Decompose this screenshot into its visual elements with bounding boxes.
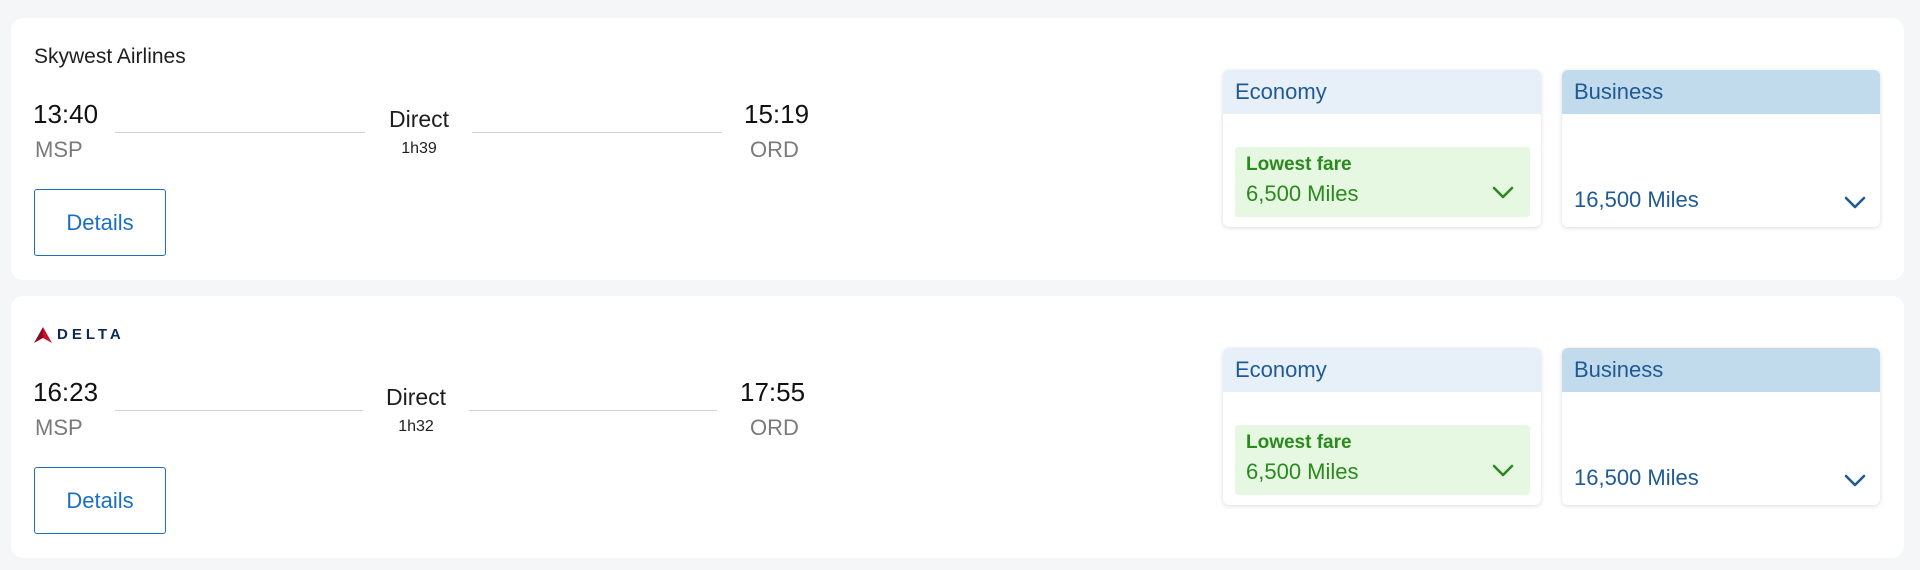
departure-airport: MSP: [35, 415, 83, 440]
route-line: [115, 132, 365, 133]
fare-price: 6,500 Miles: [1246, 181, 1359, 206]
stops-label: Direct: [385, 384, 447, 410]
route-line: [469, 410, 717, 411]
chevron-down-icon[interactable]: [1491, 463, 1515, 479]
departure-time: 13:40: [33, 99, 99, 129]
lowest-fare-button[interactable]: Lowest fare 6,500 Miles: [1235, 147, 1530, 217]
fare-price: 16,500 Miles: [1574, 465, 1699, 490]
lowest-fare-tag: Lowest fare: [1246, 432, 1352, 453]
chevron-down-icon[interactable]: [1843, 195, 1867, 211]
fare-price: 6,500 Miles: [1246, 459, 1359, 484]
business-fare-option[interactable]: Business 16,500 Miles: [1562, 348, 1880, 505]
airline-name: DELTA: [57, 326, 125, 343]
stops-label: Direct: [388, 106, 450, 132]
fare-class-label: Economy: [1223, 348, 1541, 392]
route-line: [472, 132, 722, 133]
delta-widget-icon: [34, 326, 52, 343]
details-button[interactable]: Details: [34, 189, 166, 256]
business-price-button[interactable]: 16,500 Miles: [1574, 465, 1869, 495]
chevron-down-icon[interactable]: [1843, 473, 1867, 489]
arrival-airport: ORD: [750, 137, 799, 162]
airline-name: Skywest Airlines: [34, 45, 186, 68]
fare-class-label: Business: [1562, 70, 1880, 114]
flight-duration: 1h32: [398, 418, 434, 435]
economy-fare-option[interactable]: Economy Lowest fare 6,500 Miles: [1223, 348, 1541, 505]
flight-duration: 1h39: [401, 140, 437, 157]
business-fare-option[interactable]: Business 16,500 Miles: [1562, 70, 1880, 227]
fare-class-label: Economy: [1223, 70, 1541, 114]
details-button[interactable]: Details: [34, 467, 166, 534]
business-price-button[interactable]: 16,500 Miles: [1574, 187, 1869, 217]
arrival-time: 17:55: [740, 377, 806, 407]
arrival-airport: ORD: [750, 415, 799, 440]
departure-airport: MSP: [35, 137, 83, 162]
fare-price: 16,500 Miles: [1574, 187, 1699, 212]
lowest-fare-button[interactable]: Lowest fare 6,500 Miles: [1235, 425, 1530, 495]
route-line: [115, 410, 363, 411]
flight-card: Skywest Airlines 13:40 MSP Direct 1h39 1…: [11, 18, 1904, 280]
fare-class-label: Business: [1562, 348, 1880, 392]
departure-time: 16:23: [33, 377, 99, 407]
airline-logo: DELTA: [34, 326, 125, 343]
economy-fare-option[interactable]: Economy Lowest fare 6,500 Miles: [1223, 70, 1541, 227]
lowest-fare-tag: Lowest fare: [1246, 154, 1352, 175]
chevron-down-icon[interactable]: [1491, 185, 1515, 201]
flight-card: DELTA 16:23 MSP Direct 1h32 17:55 ORD De…: [11, 296, 1904, 558]
arrival-time: 15:19: [744, 99, 810, 129]
